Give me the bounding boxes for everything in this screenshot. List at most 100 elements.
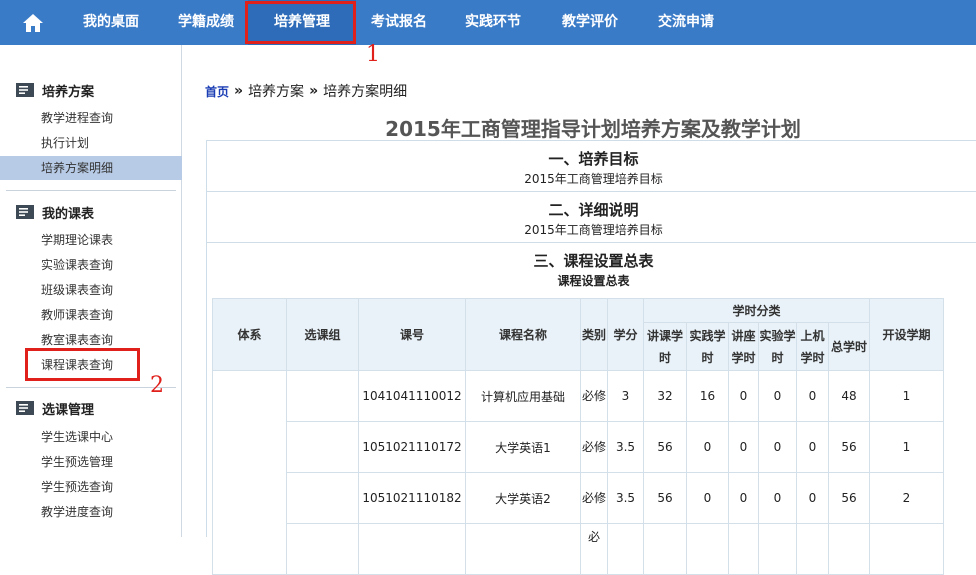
table-cell-group	[286, 421, 359, 473]
col-header-type: 类别	[580, 298, 608, 371]
table-cell-computer: 0	[796, 472, 829, 524]
table-cell-code: 1051021110182	[358, 472, 466, 524]
col-header-total: 总学时	[828, 322, 870, 371]
col-header-code: 课号	[358, 298, 466, 371]
sidebar-item-preselection-manage[interactable]: 学生预选管理	[0, 450, 182, 474]
table-cell-credit: 3.5	[607, 472, 644, 524]
table-cell-name: 大学英语1	[465, 421, 581, 473]
sidebar-item-execution-plan[interactable]: 执行计划	[0, 131, 182, 155]
table-cell-type: 必修	[580, 421, 608, 473]
table-cell-practice: 0	[686, 421, 729, 473]
col-header-credit: 学分	[607, 298, 644, 371]
table-cell-credit	[607, 523, 644, 575]
col-header-system: 体系	[212, 298, 287, 371]
sidebar-item-class-schedule[interactable]: 班级课表查询	[0, 278, 182, 302]
col-header-practice: 实践学时	[686, 322, 729, 371]
home-button[interactable]	[10, 0, 55, 45]
breadcrumb-home-link[interactable]: 首页	[205, 83, 229, 100]
top-navigation-bar: 我的桌面 学籍成绩 培养管理 考试报名 实践环节 教学评价 交流申请	[0, 0, 976, 45]
section-detail-description: 二、详细说明 2015年工商管理培养目标	[206, 191, 976, 243]
nav-my-desktop[interactable]: 我的桌面	[70, 0, 152, 45]
sidebar-item-teaching-progress[interactable]: 教学进程查询	[0, 106, 182, 130]
section-title: 一、培养目标	[548, 150, 639, 168]
nav-exam-registration[interactable]: 考试报名	[358, 0, 440, 45]
section-subtitle: 课程设置总表	[557, 274, 630, 288]
table-cell-name: 大学英语2	[465, 472, 581, 524]
table-row: 1051021110172 大学英语1 必修 3.5 56 0 0 0 0 56…	[213, 421, 944, 473]
table-cell-experiment: 0	[758, 370, 797, 422]
table-cell-seminar: 0	[728, 472, 759, 524]
menu-list-icon	[16, 83, 34, 97]
table-cell-computer: 0	[796, 421, 829, 473]
table-cell-total: 56	[828, 421, 870, 473]
table-cell-code: 1041041110012	[358, 370, 466, 422]
table-cell-experiment: 0	[758, 421, 797, 473]
sidebar-group-title: 培养方案	[42, 84, 95, 100]
sidebar-group-title: 选课管理	[42, 402, 95, 418]
table-cell-practice	[686, 523, 729, 575]
section-subtitle: 2015年工商管理培养目标	[524, 223, 663, 237]
sidebar-divider	[6, 190, 176, 191]
table-row: 1051021110182 大学英语2 必修 3.5 56 0 0 0 0 56…	[213, 472, 944, 524]
col-header-term: 开设学期	[869, 298, 944, 371]
table-row: 必	[213, 523, 944, 575]
table-cell-term: 1	[869, 370, 944, 422]
home-icon	[22, 13, 43, 32]
sidebar-item-preselection-query[interactable]: 学生预选查询	[0, 475, 182, 499]
table-cell-practice: 0	[686, 472, 729, 524]
sidebar-item-teacher-schedule[interactable]: 教师课表查询	[0, 303, 182, 327]
table-cell-experiment	[758, 523, 797, 575]
table-cell-practice: 16	[686, 370, 729, 422]
sidebar-item-selection-center[interactable]: 学生选课中心	[0, 425, 182, 449]
table-cell-experiment: 0	[758, 472, 797, 524]
sidebar: 培养方案 教学进程查询 执行计划 培养方案明细 我的课表 学期理论课表 实验课表…	[0, 45, 182, 537]
table-cell-name	[465, 523, 581, 575]
table-cell-total: 48	[828, 370, 870, 422]
table-cell-total	[828, 523, 870, 575]
sidebar-item-lab-schedule[interactable]: 实验课表查询	[0, 253, 182, 277]
course-table: 体系 选课组 课号 课程名称 类别 学分 学时分类 开设学期 讲课学时 实践学时…	[212, 298, 944, 575]
sidebar-group-training-plan[interactable]: 培养方案	[16, 78, 94, 102]
breadcrumb-level2: 培养方案明细	[323, 84, 408, 100]
table-cell-computer	[796, 523, 829, 575]
sidebar-item-theory-schedule[interactable]: 学期理论课表	[0, 228, 182, 252]
annotation-number-2: 2	[150, 373, 164, 398]
table-cell-type: 必修	[580, 370, 608, 422]
table-cell-total: 56	[828, 472, 870, 524]
table-cell-code: 1051021110172	[358, 421, 466, 473]
col-header-name: 课程名称	[465, 298, 581, 371]
col-header-computer: 上机学时	[796, 322, 829, 371]
breadcrumb: 首页 » 培养方案 » 培养方案明细	[205, 80, 407, 102]
highlight-box-1	[245, 1, 356, 44]
nav-academic-grades[interactable]: 学籍成绩	[165, 0, 247, 45]
col-header-hours-group: 学时分类	[643, 298, 870, 323]
col-header-experiment: 实验学时	[758, 322, 797, 371]
nav-exchange-application[interactable]: 交流申请	[645, 0, 727, 45]
nav-teaching-evaluation[interactable]: 教学评价	[549, 0, 631, 45]
table-cell-term: 1	[869, 421, 944, 473]
table-cell-credit: 3	[607, 370, 644, 422]
table-cell-group	[286, 370, 359, 422]
sidebar-group-course-selection[interactable]: 选课管理	[16, 396, 94, 420]
highlight-box-2	[25, 348, 140, 381]
table-cell-credit: 3.5	[607, 421, 644, 473]
sidebar-group-my-schedule[interactable]: 我的课表	[16, 200, 94, 224]
nav-practice[interactable]: 实践环节	[452, 0, 534, 45]
page-title: 2015年工商管理指导计划培养方案及教学计划	[385, 117, 801, 141]
table-cell-lecture: 56	[643, 472, 687, 524]
annotation-number-1: 1	[366, 42, 380, 67]
table-row: 1041041110012 计算机应用基础 必修 3 32 16 0 0 0 4…	[212, 370, 944, 575]
table-cell-lecture: 32	[643, 370, 687, 422]
menu-list-icon	[16, 205, 34, 219]
table-cell-type: 必修	[580, 472, 608, 524]
sidebar-item-progress-query[interactable]: 教学进度查询	[0, 500, 182, 524]
table-cell-seminar	[728, 523, 759, 575]
sidebar-item-plan-detail[interactable]: 培养方案明细	[0, 156, 182, 180]
col-header-lecture: 讲课学时	[643, 322, 687, 371]
table-cell-seminar: 0	[728, 421, 759, 473]
breadcrumb-level1: 培养方案	[248, 84, 305, 100]
table-cell-name: 计算机应用基础	[465, 370, 581, 422]
section-subtitle: 2015年工商管理培养目标	[524, 172, 663, 186]
col-header-group: 选课组	[286, 298, 359, 371]
table-cell-group	[286, 472, 359, 524]
